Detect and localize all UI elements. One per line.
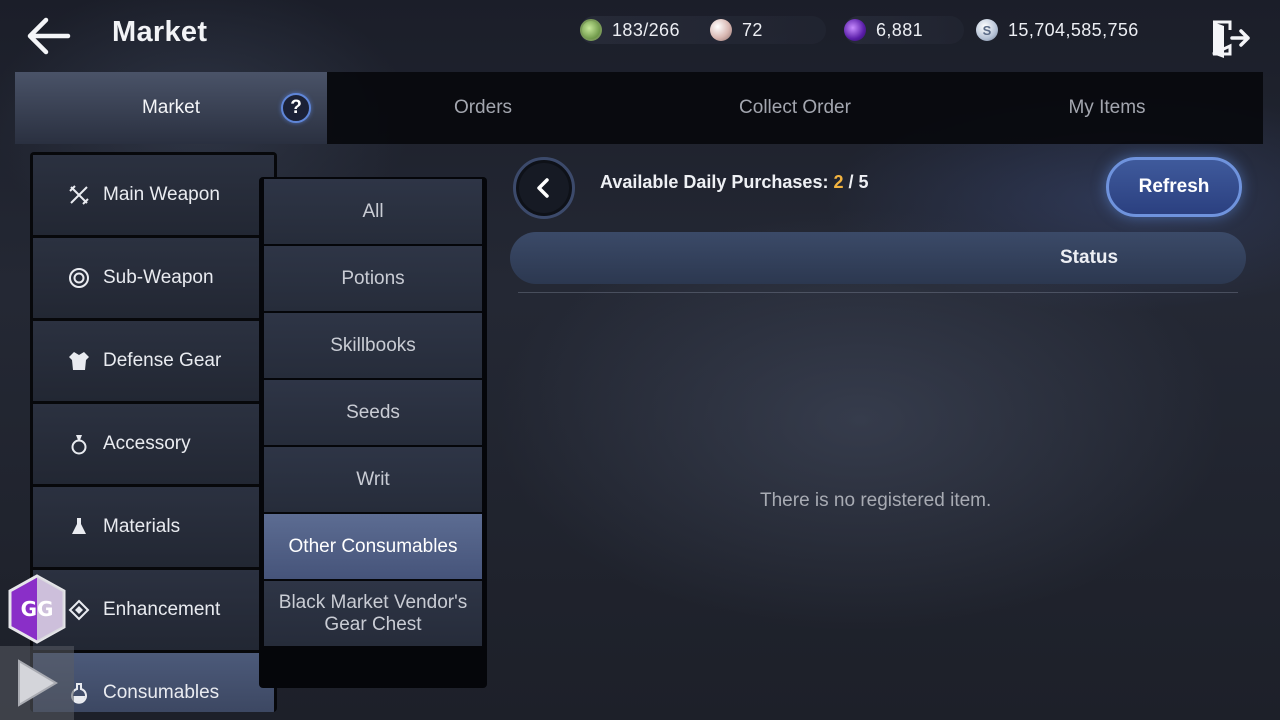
- divider: [518, 292, 1238, 293]
- subcategory-potions[interactable]: Potions: [264, 246, 482, 311]
- tab-my-items[interactable]: My Items: [951, 72, 1263, 144]
- subcategory-list: All Potions Skillbooks Seeds Writ Other …: [259, 177, 487, 688]
- subcategory-seeds[interactable]: Seeds: [264, 380, 482, 445]
- pearl-icon: [710, 19, 732, 41]
- tab-collect-order[interactable]: Collect Order: [639, 72, 951, 144]
- top-bar: Market 183/266 72 6,881 S 15,704,585,756: [0, 0, 1280, 70]
- play-icon: [18, 659, 58, 707]
- status-column-header: Status: [1060, 247, 1119, 268]
- silver-counter: S 15,704,585,756: [976, 16, 1166, 44]
- refresh-button[interactable]: Refresh: [1106, 157, 1242, 217]
- energy-icon: [580, 19, 602, 41]
- shield-ring-icon: [67, 266, 91, 290]
- category-enhancement[interactable]: Enhancement: [33, 570, 274, 650]
- page-title: Market: [112, 16, 208, 48]
- subcategory-all[interactable]: All: [264, 179, 482, 244]
- purchases-max: 5: [858, 172, 869, 192]
- chevron-left-icon: [537, 178, 549, 198]
- empty-list-message: There is no registered item.: [760, 490, 992, 511]
- crossed-swords-icon: [67, 183, 91, 207]
- enhance-diamond-icon: [67, 598, 91, 622]
- tab-market[interactable]: Market ?: [15, 72, 327, 144]
- silver-coin-icon: S: [976, 19, 998, 41]
- subcategory-other-consumables[interactable]: Other Consumables: [264, 514, 482, 579]
- pearl-counter: 72: [710, 16, 830, 44]
- category-sub-weapon[interactable]: Sub-Weapon: [33, 238, 274, 318]
- svg-text:GG: GG: [21, 597, 54, 621]
- category-materials[interactable]: Materials: [33, 487, 274, 567]
- crystal-icon: [844, 19, 866, 41]
- back-arrow-icon[interactable]: [24, 16, 72, 56]
- category-defense-gear[interactable]: Defense Gear: [33, 321, 274, 401]
- exit-door-icon[interactable]: [1210, 18, 1250, 58]
- subcategory-black-market-gear-chest[interactable]: Black Market Vendor's Gear Chest: [264, 581, 482, 646]
- main-tabs: Market ? Orders Collect Order My Items: [15, 72, 1263, 144]
- help-icon[interactable]: ?: [281, 93, 311, 123]
- subcategory-skillbooks[interactable]: Skillbooks: [264, 313, 482, 378]
- subcategory-writ[interactable]: Writ: [264, 447, 482, 512]
- tab-orders[interactable]: Orders: [327, 72, 639, 144]
- armor-icon: [67, 349, 91, 373]
- table-header: [510, 232, 1246, 284]
- play-overlay-button[interactable]: [0, 646, 74, 720]
- category-main-weapon[interactable]: Main Weapon: [33, 155, 274, 235]
- previous-button[interactable]: [513, 157, 575, 219]
- ring-icon: [67, 432, 91, 456]
- purchases-count: 2: [833, 172, 844, 192]
- crystal-counter: 6,881: [844, 16, 964, 44]
- daily-purchases-text: Available Daily Purchases: 2 / 5: [600, 172, 869, 192]
- flask-icon: [67, 515, 91, 539]
- category-accessory[interactable]: Accessory: [33, 404, 274, 484]
- game-guardian-icon[interactable]: GG: [6, 574, 68, 644]
